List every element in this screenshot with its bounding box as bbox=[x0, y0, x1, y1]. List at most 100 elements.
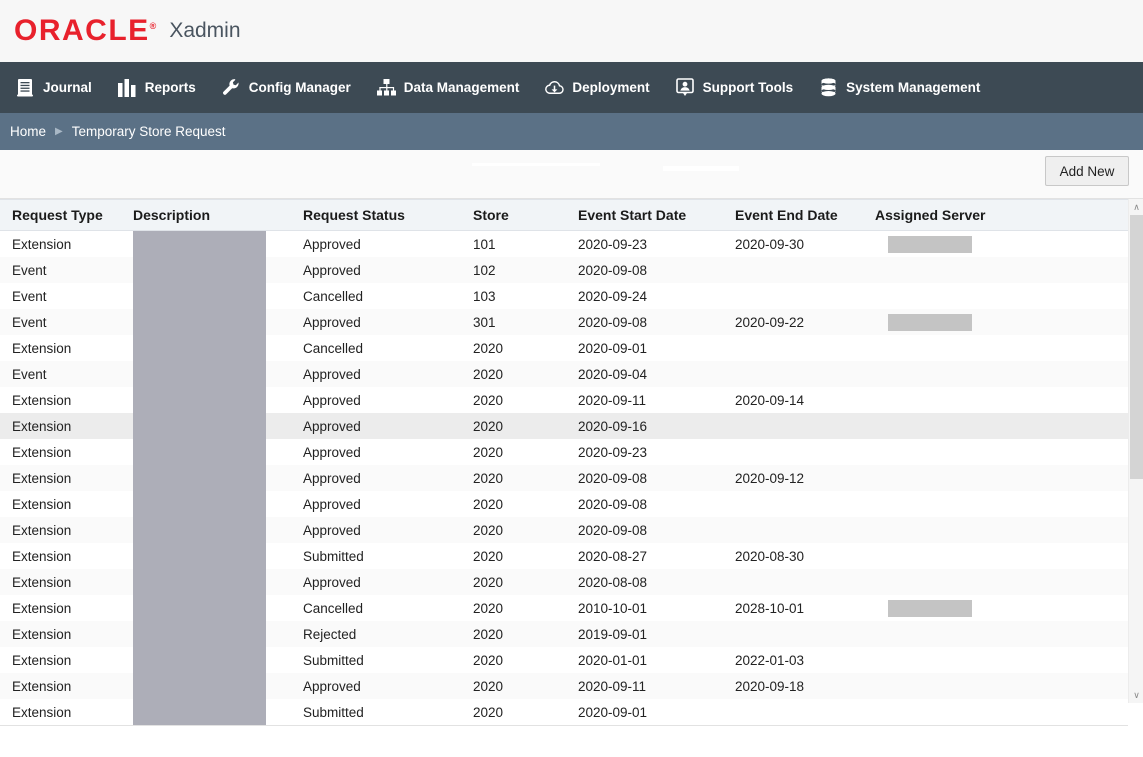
cell-description bbox=[133, 465, 291, 491]
table-row[interactable]: Extension Submitted 2020 2020-08-27 2020-08-… bbox=[0, 543, 1128, 569]
column-header-assigned-server[interactable]: Assigned Server bbox=[875, 199, 1128, 231]
cell-store: 2020 bbox=[473, 678, 504, 694]
table-row[interactable]: Event Cancelled 103 2020-09-24 bbox=[0, 283, 1128, 309]
table-row[interactable]: Extension Approved 2020 2020-08-08 bbox=[0, 569, 1128, 595]
cell-assigned-server bbox=[875, 439, 1128, 465]
cell-store: 2020 bbox=[473, 418, 504, 434]
table-row[interactable]: Extension Approved 101 2020-09-23 2020-09-30 bbox=[0, 230, 1128, 258]
cell-event-start-date: 2020-09-01 bbox=[578, 340, 648, 356]
cell-request-status: Approved bbox=[303, 314, 361, 330]
table-row[interactable]: Extension Submitted 2020 2020-09-01 bbox=[0, 699, 1128, 725]
cell-assigned-server bbox=[875, 647, 1128, 673]
cell-request-type: Extension bbox=[12, 340, 72, 356]
cell-assigned-server bbox=[875, 699, 1128, 725]
cell-store: 2020 bbox=[473, 366, 504, 382]
table-row[interactable]: Extension Submitted 2020 2020-01-01 2022-01-… bbox=[0, 647, 1128, 673]
cell-description bbox=[133, 309, 291, 335]
vertical-scrollbar[interactable]: ∧ ∨ bbox=[1128, 199, 1143, 703]
nav-label-deployment: Deployment bbox=[572, 80, 650, 95]
cell-event-start-date: 2020-08-08 bbox=[578, 574, 648, 590]
cell-request-type: Extension bbox=[12, 496, 72, 512]
description-redaction-block bbox=[133, 439, 266, 465]
cell-request-type: Extension bbox=[12, 548, 72, 564]
table-header-row: Request Type Description Request Status … bbox=[0, 199, 1128, 231]
cell-event-end-date bbox=[723, 569, 875, 595]
nav-item-journal[interactable]: Journal bbox=[16, 62, 92, 113]
table-row[interactable]: Extension Approved 2020 2020-09-16 bbox=[0, 413, 1128, 439]
table-row[interactable]: Extension Approved 2020 2020-09-08 2020-09-1… bbox=[0, 465, 1128, 491]
cell-event-start-date: 2019-09-01 bbox=[578, 626, 648, 642]
scroll-down-button[interactable]: ∨ bbox=[1129, 687, 1143, 703]
column-header-description[interactable]: Description bbox=[133, 199, 291, 231]
description-redaction-block bbox=[133, 621, 266, 647]
table-row[interactable]: Event Approved 2020 2020-09-04 bbox=[0, 361, 1128, 387]
cell-event-start-date: 2020-09-23 bbox=[578, 444, 648, 460]
cell-event-end-date bbox=[723, 621, 875, 647]
nav-label-config-manager: Config Manager bbox=[248, 80, 351, 95]
scrollbar-track[interactable] bbox=[1129, 215, 1143, 687]
cell-event-end-date bbox=[723, 283, 875, 309]
cell-store: 2020 bbox=[473, 470, 504, 486]
nav-item-reports[interactable]: Reports bbox=[117, 62, 196, 113]
page-toolbar: Add New bbox=[0, 150, 1143, 199]
column-header-event-end-date[interactable]: Event End Date bbox=[723, 199, 875, 231]
cell-request-type: Extension bbox=[12, 652, 72, 668]
assigned-server-redaction-block bbox=[888, 235, 972, 253]
cell-event-end-date: 2028-10-01 bbox=[735, 600, 805, 616]
table-row[interactable]: Extension Approved 2020 2020-09-08 bbox=[0, 491, 1128, 517]
cell-store: 102 bbox=[473, 262, 496, 278]
cell-event-end-date: 2020-09-14 bbox=[735, 392, 805, 408]
column-header-request-status[interactable]: Request Status bbox=[291, 199, 461, 231]
description-redaction-block bbox=[133, 335, 266, 361]
add-new-button[interactable]: Add New bbox=[1045, 156, 1129, 186]
scroll-up-button[interactable]: ∧ bbox=[1129, 199, 1143, 215]
request-table-container: Request Type Description Request Status … bbox=[0, 199, 1143, 726]
scrollbar-thumb[interactable] bbox=[1130, 215, 1143, 479]
description-redaction-block bbox=[133, 257, 266, 283]
column-header-request-type[interactable]: Request Type bbox=[0, 199, 133, 231]
cell-request-type: Extension bbox=[12, 704, 72, 720]
description-redaction-block bbox=[133, 569, 266, 595]
description-redaction-block bbox=[133, 309, 266, 335]
nav-item-system-management[interactable]: System Management bbox=[819, 62, 980, 113]
cell-request-type: Extension bbox=[12, 626, 72, 642]
cell-request-type: Event bbox=[12, 366, 47, 382]
nav-item-deployment[interactable]: Deployment bbox=[545, 62, 650, 113]
cell-request-status: Cancelled bbox=[303, 288, 364, 304]
temporary-store-request-table: Request Type Description Request Status … bbox=[0, 199, 1128, 725]
cell-request-status: Submitted bbox=[303, 704, 364, 720]
breadcrumb-item-home[interactable]: Home bbox=[10, 124, 46, 139]
table-row[interactable]: Extension Approved 2020 2020-09-11 2020-09-1… bbox=[0, 673, 1128, 699]
description-redaction-block bbox=[133, 491, 266, 517]
description-redaction-block bbox=[133, 543, 266, 569]
table-row[interactable]: Event Approved 301 2020-09-08 2020-09-22 bbox=[0, 309, 1128, 335]
table-row[interactable]: Extension Rejected 2020 2019-09-01 bbox=[0, 621, 1128, 647]
brand-bar: ORACLE® Xadmin bbox=[0, 0, 1143, 62]
description-redaction-block bbox=[133, 673, 266, 699]
table-row[interactable]: Extension Cancelled 2020 2020-09-01 bbox=[0, 335, 1128, 361]
table-row[interactable]: Extension Approved 2020 2020-09-23 bbox=[0, 439, 1128, 465]
cell-request-type: Extension bbox=[12, 600, 72, 616]
table-row[interactable]: Extension Approved 2020 2020-09-11 2020-09-1… bbox=[0, 387, 1128, 413]
cell-assigned-server bbox=[875, 335, 1128, 361]
nav-item-data-management[interactable]: Data Management bbox=[376, 62, 519, 113]
cell-request-type: Extension bbox=[12, 236, 72, 252]
column-header-event-start-date[interactable]: Event Start Date bbox=[566, 199, 723, 231]
column-header-store[interactable]: Store bbox=[461, 199, 566, 231]
description-redaction-block bbox=[133, 465, 266, 491]
table-body: Extension Approved 101 2020-09-23 2020-09-30… bbox=[0, 230, 1128, 725]
cell-event-start-date: 2020-09-01 bbox=[578, 704, 648, 720]
cell-store: 2020 bbox=[473, 496, 504, 512]
cell-request-status: Submitted bbox=[303, 548, 364, 564]
table-row[interactable]: Extension Approved 2020 2020-09-08 bbox=[0, 517, 1128, 543]
nav-item-config-manager[interactable]: Config Manager bbox=[222, 62, 351, 113]
cell-request-status: Approved bbox=[303, 574, 361, 590]
cell-event-start-date: 2020-09-08 bbox=[578, 314, 648, 330]
cell-assigned-server bbox=[875, 231, 1128, 258]
cell-event-start-date: 2020-09-08 bbox=[578, 470, 648, 486]
cell-request-type: Extension bbox=[12, 522, 72, 538]
table-row[interactable]: Extension Cancelled 2020 2010-10-01 2028-10-… bbox=[0, 595, 1128, 621]
nav-item-support-tools[interactable]: Support Tools bbox=[676, 62, 793, 113]
cell-description bbox=[133, 699, 291, 725]
table-row[interactable]: Event Approved 102 2020-09-08 bbox=[0, 257, 1128, 283]
